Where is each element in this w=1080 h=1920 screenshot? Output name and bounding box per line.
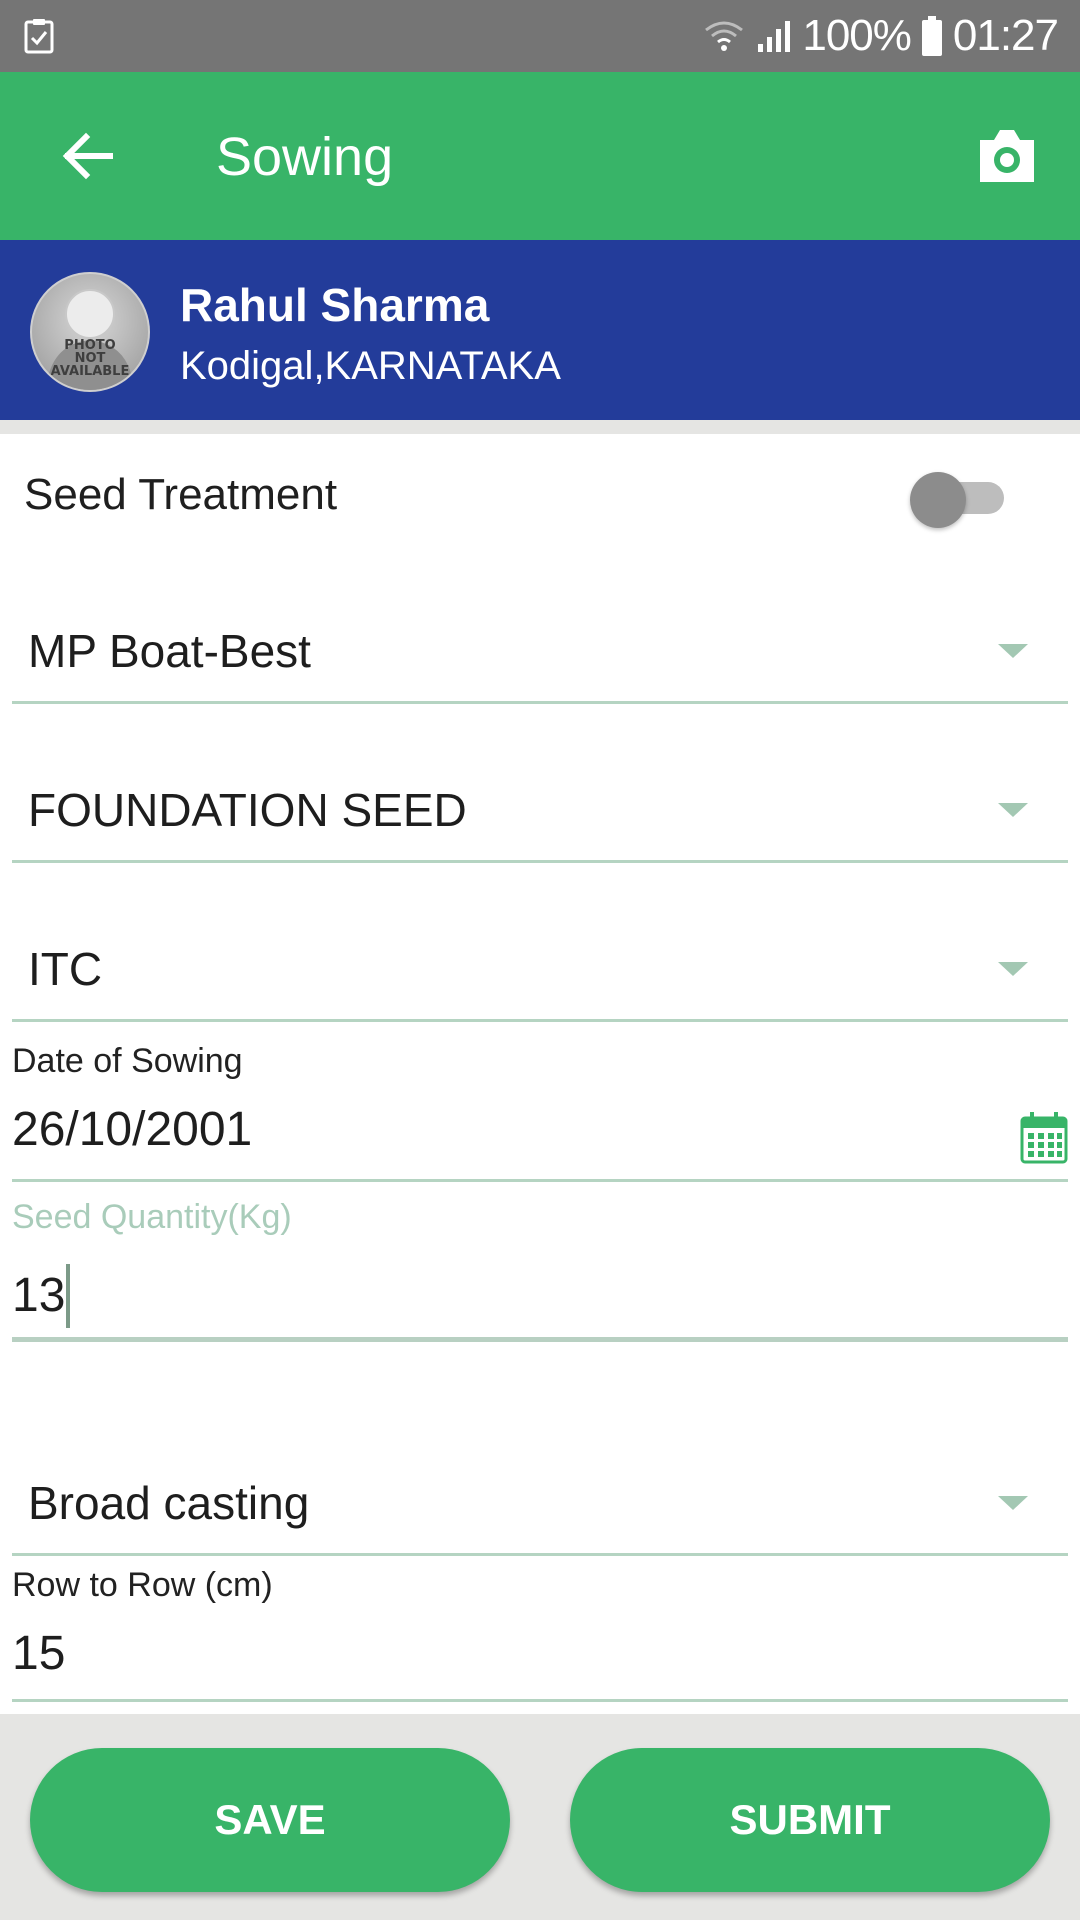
farmer-name: Rahul Sharma bbox=[180, 279, 490, 331]
divider bbox=[12, 1337, 1068, 1342]
battery-icon bbox=[921, 16, 942, 56]
arrow-left-icon[interactable] bbox=[56, 124, 120, 188]
app-bar: Sowing bbox=[0, 72, 1080, 240]
signal-icon bbox=[758, 21, 791, 52]
divider bbox=[12, 860, 1068, 863]
dropdown-arrow-icon bbox=[998, 962, 1028, 976]
text-cursor bbox=[66, 1264, 70, 1328]
variety-selected: MP Boat-Best bbox=[28, 625, 311, 677]
seed-treatment-toggle[interactable] bbox=[910, 472, 1006, 528]
divider bbox=[12, 701, 1068, 704]
farmer-location: Kodigal,KARNATAKA bbox=[180, 344, 561, 388]
clock: 01:27 bbox=[952, 11, 1059, 60]
submit-button[interactable]: SUBMIT bbox=[570, 1748, 1050, 1892]
sowing-form: Seed Treatment MP Boat-Best FOUNDATION S… bbox=[0, 434, 1080, 1714]
variety-dropdown[interactable]: MP Boat-Best bbox=[12, 584, 1068, 704]
avatar: PHOTO NOT AVAILABLE bbox=[30, 272, 150, 392]
farmer-profile-header: PHOTO NOT AVAILABLE Rahul Sharma Kodigal… bbox=[0, 240, 1080, 420]
seed-quantity-field[interactable]: Seed Quantity(Kg) 13 bbox=[12, 1198, 1068, 1342]
seed-quantity-input[interactable]: 13 bbox=[12, 1268, 65, 1323]
company-selected: ITC bbox=[28, 943, 103, 995]
bottom-action-bar: SAVE SUBMIT bbox=[0, 1714, 1080, 1920]
row-to-row-field[interactable]: Row to Row (cm) 15 bbox=[12, 1564, 1068, 1702]
calendar-icon[interactable] bbox=[1020, 1112, 1068, 1164]
row-to-row-input[interactable]: 15 bbox=[12, 1626, 65, 1681]
dropdown-arrow-icon bbox=[998, 644, 1028, 658]
avatar-placeholder-text: PHOTO NOT AVAILABLE bbox=[50, 338, 130, 379]
row-to-row-label: Row to Row (cm) bbox=[12, 1566, 273, 1604]
sowing-method-dropdown[interactable]: Broad casting bbox=[12, 1436, 1068, 1556]
seed-class-dropdown[interactable]: FOUNDATION SEED bbox=[12, 743, 1068, 863]
wifi-icon bbox=[705, 21, 744, 51]
divider bbox=[12, 1019, 1068, 1022]
divider bbox=[12, 1553, 1068, 1556]
date-of-sowing-value: 26/10/2001 bbox=[12, 1103, 253, 1156]
status-right: 100% 01:27 bbox=[702, 0, 1059, 72]
dropdown-arrow-icon bbox=[998, 803, 1028, 817]
seed-quantity-label: Seed Quantity(Kg) bbox=[12, 1198, 292, 1236]
seed-treatment-label: Seed Treatment bbox=[24, 470, 338, 519]
dropdown-arrow-icon bbox=[998, 1496, 1028, 1510]
company-dropdown[interactable]: ITC bbox=[12, 902, 1068, 1022]
toggle-thumb bbox=[910, 472, 966, 528]
camera-icon[interactable] bbox=[974, 124, 1040, 188]
seed-class-selected: FOUNDATION SEED bbox=[28, 784, 467, 836]
date-of-sowing-label: Date of Sowing bbox=[12, 1042, 243, 1080]
status-bar: 100% 01:27 bbox=[0, 0, 1080, 72]
page-title: Sowing bbox=[216, 127, 394, 187]
date-of-sowing-field[interactable]: Date of Sowing 26/10/2001 bbox=[12, 1040, 1068, 1182]
divider bbox=[12, 1699, 1068, 1702]
save-button[interactable]: SAVE bbox=[30, 1748, 510, 1892]
task-checkbox-icon bbox=[24, 19, 54, 54]
sowing-method-selected: Broad casting bbox=[28, 1477, 310, 1529]
divider bbox=[12, 1179, 1068, 1182]
battery-percentage: 100% bbox=[802, 11, 912, 60]
